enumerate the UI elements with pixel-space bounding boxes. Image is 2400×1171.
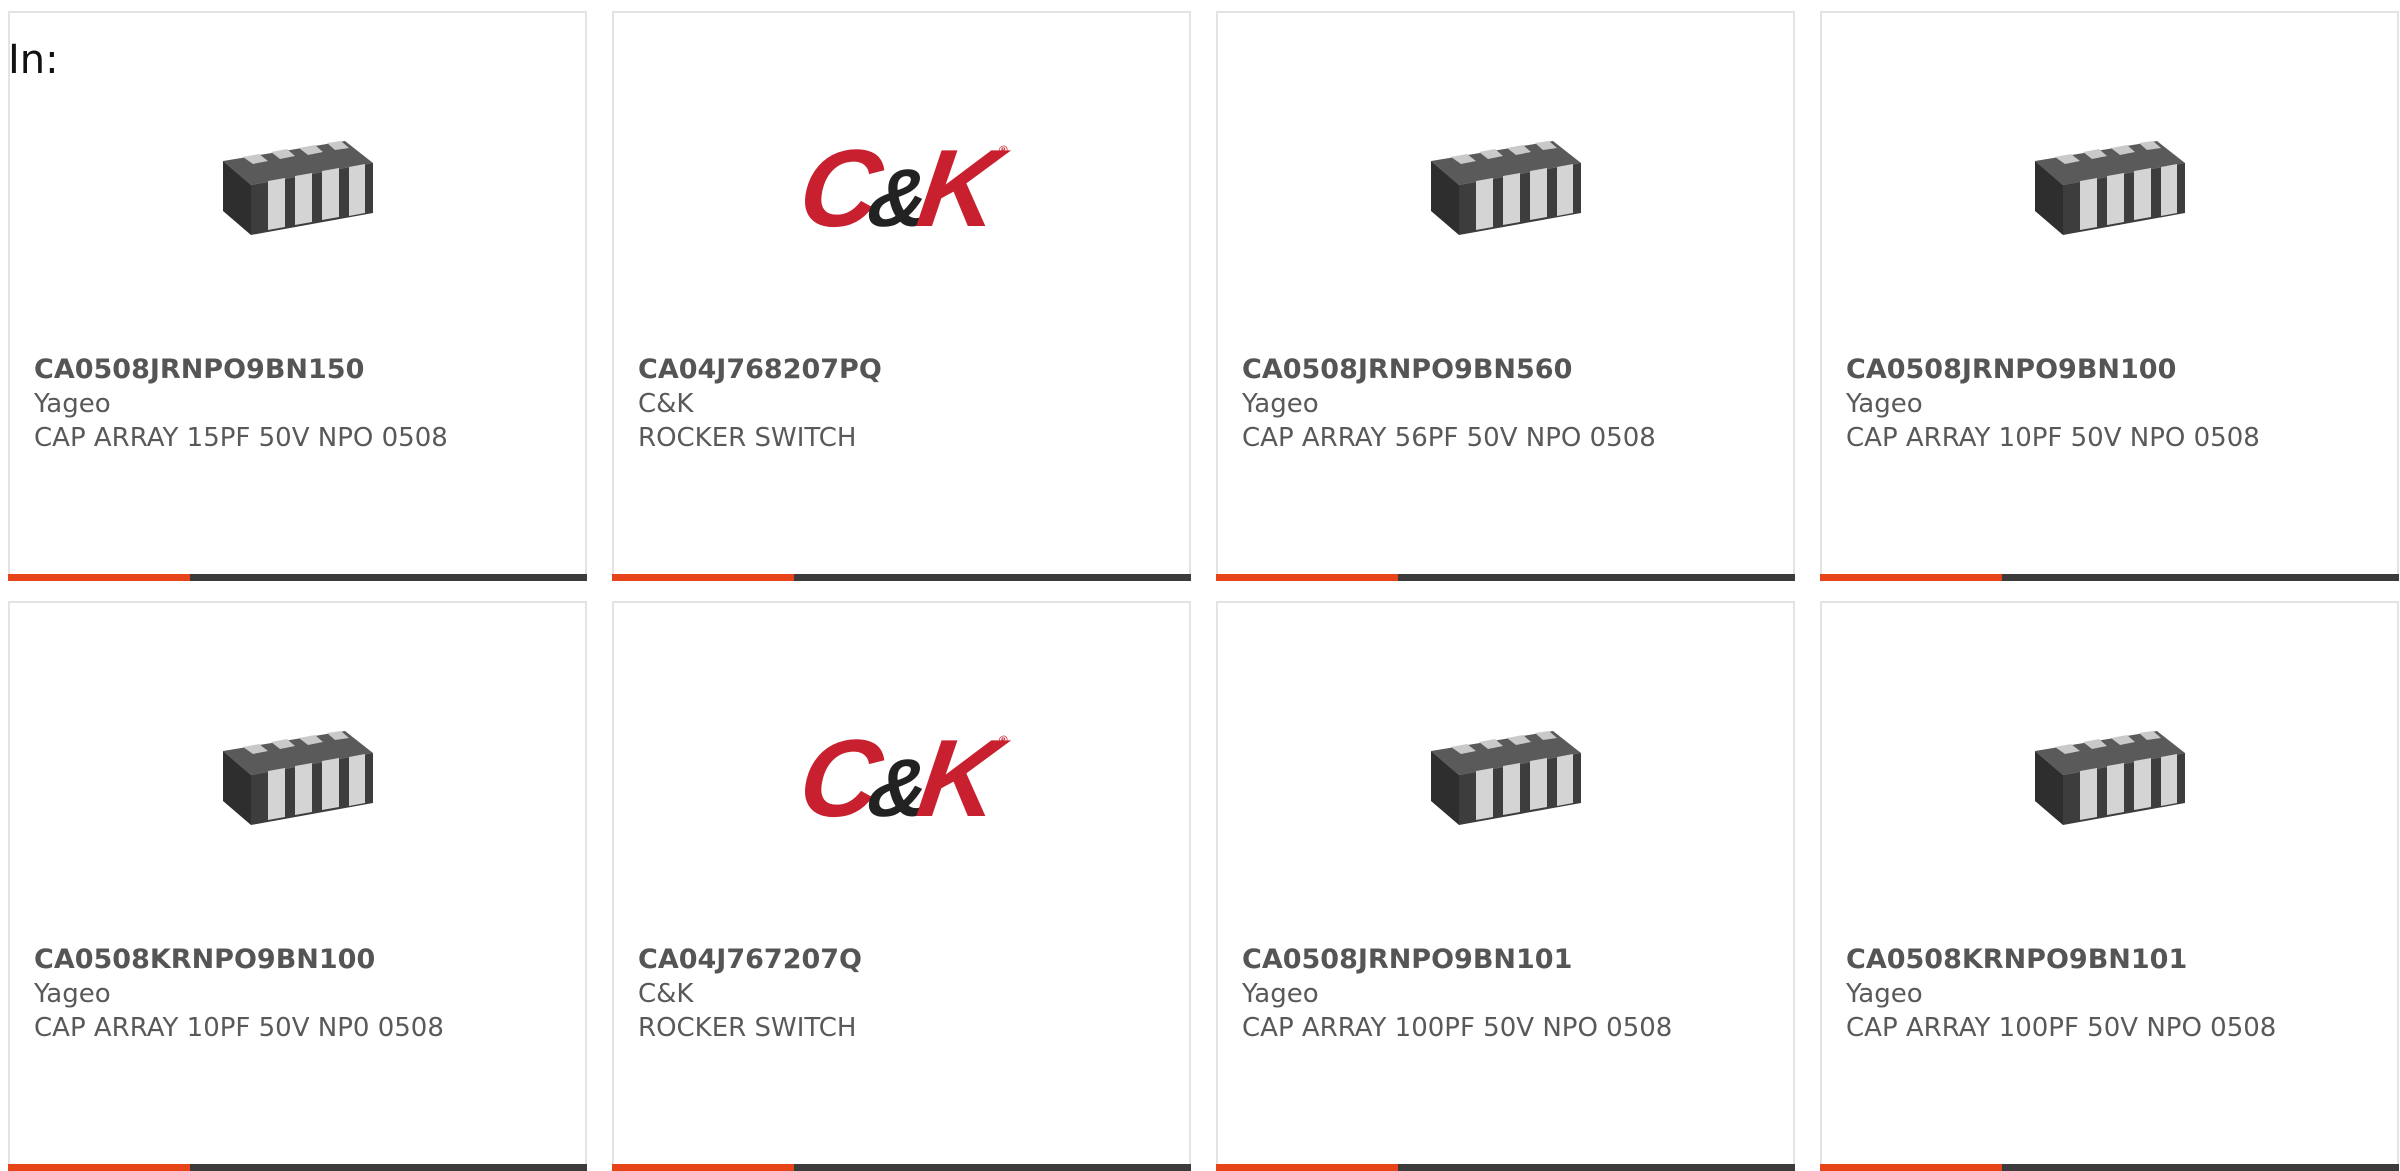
capacitor-array-chip-icon <box>2005 673 2215 883</box>
card-accent-bar <box>1216 1164 1398 1171</box>
card-bottom-bar <box>1216 574 1795 581</box>
part-number[interactable]: CA0508JRNPO9BN101 <box>1242 943 1777 977</box>
capacitor-array-chip-icon <box>193 83 403 293</box>
card-bottom-bar <box>8 574 587 581</box>
product-card[interactable]: CA0508JRNPO9BN100 Yageo CAP ARRAY 10PF 5… <box>1820 11 2399 581</box>
capacitor-array-chip-icon <box>193 673 403 883</box>
product-grid: CA0508JRNPO9BN150 Yageo CAP ARRAY 15PF 5… <box>8 11 2399 1171</box>
product-card[interactable]: CA0508JRNPO9BN101 Yageo CAP ARRAY 100PF … <box>1216 601 1795 1171</box>
description: ROCKER SWITCH <box>638 1013 857 1043</box>
filter-label: In: <box>8 37 59 83</box>
part-number[interactable]: CA0508JRNPO9BN150 <box>34 353 569 387</box>
registered-mark-icon: ® <box>997 732 1009 747</box>
part-number[interactable]: CA04J768207PQ <box>638 353 1173 387</box>
product-card[interactable]: CA0508KRNPO9BN101 Yageo CAP ARRAY 100PF … <box>1820 601 2399 1171</box>
description: CAP ARRAY 10PF 50V NP0 0508 <box>34 1013 444 1043</box>
manufacturer: Yageo <box>1242 979 1319 1009</box>
manufacturer: Yageo <box>34 979 111 1009</box>
manufacturer: Yageo <box>1846 979 1923 1009</box>
description: CAP ARRAY 100PF 50V NPO 0508 <box>1846 1013 2277 1043</box>
card-accent-bar <box>612 1164 794 1171</box>
card-accent-bar <box>1216 574 1398 581</box>
manufacturer: Yageo <box>1242 389 1319 419</box>
card-bottom-bar <box>1820 574 2399 581</box>
card-bottom-bar <box>8 1164 587 1171</box>
part-number[interactable]: CA0508KRNPO9BN100 <box>34 943 569 977</box>
card-accent-bar <box>8 1164 190 1171</box>
ck-logo-k: K <box>911 126 1002 250</box>
part-number[interactable]: CA0508JRNPO9BN100 <box>1846 353 2381 387</box>
description: ROCKER SWITCH <box>638 423 857 453</box>
product-card[interactable]: CA0508JRNPO9BN150 Yageo CAP ARRAY 15PF 5… <box>8 11 587 581</box>
description: CAP ARRAY 15PF 50V NPO 0508 <box>34 423 448 453</box>
ck-logo: C & K ® <box>792 83 1009 293</box>
card-bottom-bar <box>612 574 1191 581</box>
description: CAP ARRAY 100PF 50V NPO 0508 <box>1242 1013 1673 1043</box>
card-bottom-bar <box>1216 1164 1795 1171</box>
description: CAP ARRAY 56PF 50V NPO 0508 <box>1242 423 1656 453</box>
card-accent-bar <box>8 574 190 581</box>
manufacturer: C&K <box>638 389 694 419</box>
ck-logo: C & K ® <box>792 673 1009 883</box>
description: CAP ARRAY 10PF 50V NPO 0508 <box>1846 423 2260 453</box>
product-card[interactable]: CA0508JRNPO9BN560 Yageo CAP ARRAY 56PF 5… <box>1216 11 1795 581</box>
card-accent-bar <box>612 574 794 581</box>
capacitor-array-chip-icon <box>1401 673 1611 883</box>
product-card[interactable]: C & K ® CA04J768207PQ C&K ROCKER SWITCH <box>612 11 1191 581</box>
ck-logo-k: K <box>911 716 1002 840</box>
manufacturer: Yageo <box>34 389 111 419</box>
registered-mark-icon: ® <box>997 142 1009 157</box>
card-bottom-bar <box>1820 1164 2399 1171</box>
part-number[interactable]: CA0508KRNPO9BN101 <box>1846 943 2381 977</box>
capacitor-array-chip-icon <box>1401 83 1611 293</box>
product-card[interactable]: CA0508KRNPO9BN100 Yageo CAP ARRAY 10PF 5… <box>8 601 587 1171</box>
manufacturer: Yageo <box>1846 389 1923 419</box>
product-card[interactable]: C & K ® CA04J767207Q C&K ROCKER SWITCH <box>612 601 1191 1171</box>
capacitor-array-chip-icon <box>2005 83 2215 293</box>
manufacturer: C&K <box>638 979 694 1009</box>
card-bottom-bar <box>612 1164 1191 1171</box>
part-number[interactable]: CA04J767207Q <box>638 943 1173 977</box>
part-number[interactable]: CA0508JRNPO9BN560 <box>1242 353 1777 387</box>
card-accent-bar <box>1820 1164 2002 1171</box>
card-accent-bar <box>1820 574 2002 581</box>
